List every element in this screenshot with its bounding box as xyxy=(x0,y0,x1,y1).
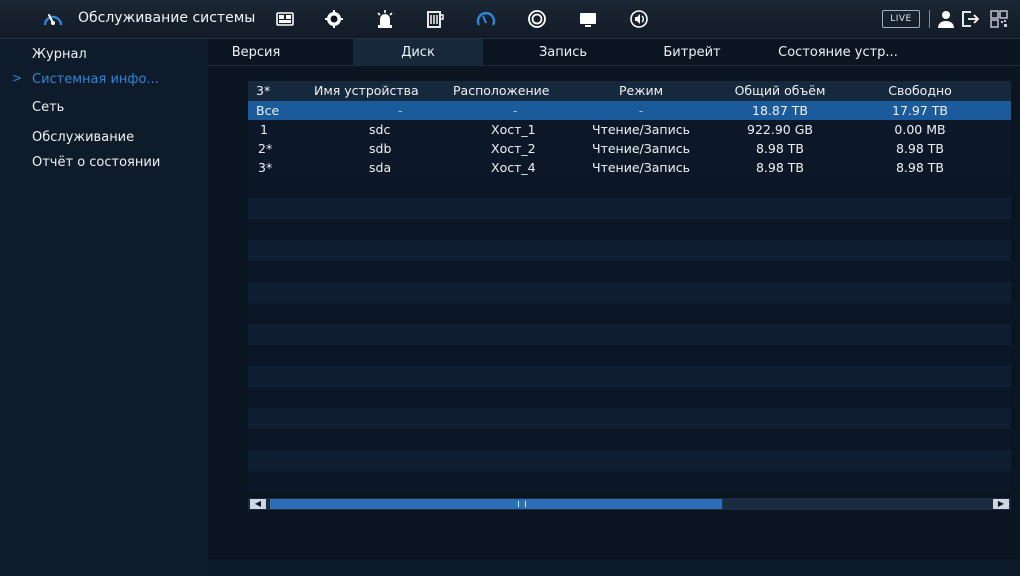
sidebar: Журнал > Системная инфо... Сеть Обслужив… xyxy=(0,39,208,576)
sidebar-item-status-report[interactable]: Отчёт о состоянии xyxy=(0,150,208,176)
table-cell: 2* xyxy=(258,141,273,156)
table-cell: 1 xyxy=(260,122,268,137)
qr-icon[interactable] xyxy=(987,7,1011,31)
sidebar-item-system-info[interactable]: > Системная инфо... xyxy=(0,67,208,93)
table-cell: Чтение/Запись xyxy=(592,141,690,156)
empty-row xyxy=(248,345,1011,366)
empty-row xyxy=(248,324,1011,345)
table-row[interactable]: Все - - - 18.87 TB 17.97 TB xyxy=(248,101,1011,120)
table-cell: 18.87 TB xyxy=(752,103,808,118)
table-cell: sda xyxy=(369,160,392,175)
display-icon[interactable] xyxy=(576,7,600,31)
empty-row xyxy=(248,387,1011,408)
empty-row xyxy=(248,177,1011,198)
tab-disk[interactable]: Диск xyxy=(353,39,483,65)
horizontal-scrollbar[interactable]: ◀ ▶ xyxy=(248,498,1011,510)
empty-row xyxy=(248,219,1011,240)
table-cell: 8.98 TB xyxy=(895,141,945,156)
column-header[interactable]: Имя устройства xyxy=(314,81,419,100)
tab-bar: Версия Диск Запись Битрейт Состояние уст… xyxy=(208,39,1020,65)
tab-bitrate[interactable]: Битрейт xyxy=(642,39,742,65)
live-view-button[interactable]: LIVE xyxy=(882,10,920,28)
table-cell: 8.98 TB xyxy=(755,160,805,175)
tab-device-status[interactable]: Состояние устр... xyxy=(764,39,912,65)
column-header[interactable]: 3* xyxy=(256,81,270,100)
main-panel: Версия Диск Запись Битрейт Состояние уст… xyxy=(208,39,1020,576)
storage-icon[interactable] xyxy=(423,7,447,31)
maintenance-gauge-icon xyxy=(43,14,63,26)
table-cell: - xyxy=(398,103,403,118)
table-row[interactable]: 2* sdb Хост_2 Чтение/Запись 8.98 TB 8.98… xyxy=(248,139,1011,158)
table-cell: 3* xyxy=(258,160,273,175)
scrollbar-thumb[interactable] xyxy=(270,499,722,509)
logout-icon[interactable] xyxy=(958,7,982,31)
empty-row xyxy=(248,261,1011,282)
table-cell: 8.98 TB xyxy=(895,160,945,175)
record-icon[interactable] xyxy=(525,7,549,31)
table-cell: Все xyxy=(256,103,280,118)
table-header: 3* Имя устройства Расположение Режим Общ… xyxy=(248,81,1011,101)
empty-row xyxy=(248,303,1011,324)
disk-table: 3* Имя устройства Расположение Режим Общ… xyxy=(248,81,1011,492)
table-cell: Хост_2 xyxy=(491,141,536,156)
table-cell: Хост_4 xyxy=(491,160,536,175)
table-cell: - xyxy=(513,103,518,118)
top-bar: Обслуживание системы LIVE xyxy=(0,0,1020,39)
sidebar-item-label: Сеть xyxy=(32,100,65,115)
empty-row xyxy=(248,366,1011,387)
table-cell: Чтение/Запись xyxy=(592,160,690,175)
empty-row xyxy=(248,198,1011,219)
sidebar-item-label: Отчёт о состоянии xyxy=(32,155,161,170)
table-cell: sdc xyxy=(369,122,391,137)
table-cell: Хост_1 xyxy=(491,122,536,137)
empty-row xyxy=(248,471,1011,492)
alarm-icon[interactable] xyxy=(373,7,397,31)
scroll-left-icon[interactable]: ◀ xyxy=(250,499,266,509)
empty-row xyxy=(248,429,1011,450)
empty-row xyxy=(248,450,1011,471)
empty-row xyxy=(248,408,1011,429)
scroll-right-icon[interactable]: ▶ xyxy=(993,499,1009,509)
column-header[interactable]: Общий объём xyxy=(730,81,830,100)
footer-bar xyxy=(208,559,1020,576)
tab-version[interactable]: Версия xyxy=(218,39,294,65)
table-cell: 17.97 TB xyxy=(892,103,948,118)
grip-icon xyxy=(518,501,526,507)
empty-row xyxy=(248,282,1011,303)
audio-icon[interactable] xyxy=(627,7,651,31)
column-header[interactable]: Расположение xyxy=(453,81,549,100)
sidebar-item-label: Обслуживание xyxy=(32,130,135,145)
column-header[interactable]: Свободно xyxy=(870,81,970,100)
sidebar-item-network[interactable]: Сеть xyxy=(0,95,208,121)
app-title: Обслуживание системы xyxy=(78,10,256,26)
chevron-right-icon: > xyxy=(12,71,23,85)
sidebar-item-log[interactable]: Журнал xyxy=(0,42,208,68)
user-icon[interactable] xyxy=(934,7,958,31)
empty-row xyxy=(248,240,1011,261)
table-cell: sdb xyxy=(369,141,392,156)
network-icon[interactable] xyxy=(322,7,346,31)
camera-icon[interactable] xyxy=(273,7,297,31)
table-row[interactable]: 3* sda Хост_4 Чтение/Запись 8.98 TB 8.98… xyxy=(248,158,1011,177)
maintenance-icon[interactable] xyxy=(474,7,498,31)
sidebar-item-label: Журнал xyxy=(32,47,87,62)
sidebar-item-maintenance[interactable]: Обслуживание xyxy=(0,125,208,151)
sidebar-item-label: Системная инфо... xyxy=(32,72,159,87)
table-cell: 0.00 MB xyxy=(894,122,946,137)
table-cell: Чтение/Запись xyxy=(592,122,690,137)
table-row[interactable]: 1 sdc Хост_1 Чтение/Запись 922.90 GB 0.0… xyxy=(248,120,1011,139)
table-cell: 922.90 GB xyxy=(747,122,813,137)
tab-record[interactable]: Запись xyxy=(518,39,608,65)
table-cell: - xyxy=(638,103,644,118)
divider xyxy=(929,10,930,28)
column-header[interactable]: Режим xyxy=(578,81,704,100)
tab-underline xyxy=(208,65,1020,66)
table-cell: 8.98 TB xyxy=(755,141,805,156)
